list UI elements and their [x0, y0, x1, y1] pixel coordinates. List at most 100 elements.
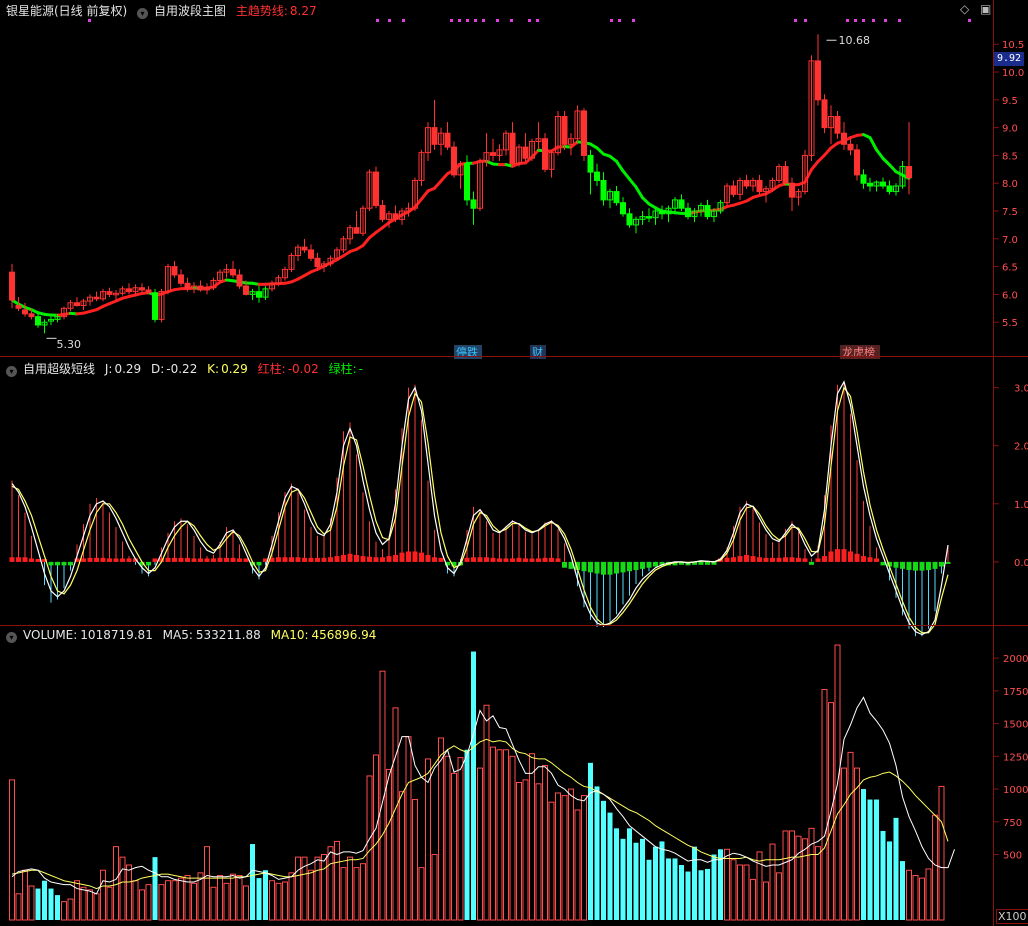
- candle-body: [756, 179, 763, 193]
- red-green-bar: [432, 557, 437, 562]
- trend-line-segment: [875, 148, 885, 160]
- volume-bar: [737, 864, 743, 921]
- red-green-bar: [698, 561, 704, 565]
- main-indicator-name[interactable]: 自用波段主图: [154, 4, 226, 18]
- volume-bar: [15, 893, 22, 921]
- volume-bar: [438, 737, 444, 921]
- candle-body: [600, 179, 607, 201]
- volume-bar: [334, 840, 340, 921]
- high-price-annotation: 10.68: [839, 34, 871, 47]
- volume-bar: [620, 838, 626, 920]
- volume-bar: [171, 880, 178, 921]
- red-green-bar: [347, 553, 353, 562]
- trend-line-segment: [810, 160, 820, 172]
- volume-bar: [574, 809, 581, 921]
- trend-line-segment: [420, 189, 430, 201]
- volume-bar: [672, 858, 678, 920]
- volume-bar: [925, 868, 932, 921]
- candle-body: [431, 127, 438, 145]
- volume-bar: [275, 882, 282, 921]
- candle-body: [561, 116, 568, 145]
- red-green-bar: [607, 561, 613, 575]
- red-green-bar: [367, 556, 372, 562]
- red-green-bar: [185, 557, 190, 562]
- candle-body: [730, 185, 737, 195]
- candle-body: [906, 166, 912, 179]
- red-green-bar: [776, 557, 782, 562]
- signal-dot: [388, 19, 391, 22]
- d-label: D:: [150, 362, 165, 376]
- red-green-bar: [341, 554, 346, 562]
- volume-bar: [314, 856, 321, 921]
- volume-dropdown-icon[interactable]: ▾: [6, 632, 17, 643]
- volume-bar: [841, 767, 847, 921]
- volume-axis-label: 750: [1003, 818, 1022, 829]
- red-green-bar: [874, 558, 879, 562]
- volume-bar: [861, 789, 866, 920]
- candle-body: [782, 166, 789, 184]
- volume-bar: [627, 828, 632, 920]
- volume-bar: [113, 846, 119, 921]
- red-green-bar: [61, 561, 67, 566]
- volume-bar: [919, 877, 925, 921]
- red-green-bar: [705, 561, 710, 565]
- volume-bar: [730, 859, 737, 921]
- volume-bar: [614, 828, 619, 920]
- indicator-dropdown-icon[interactable]: ▾: [137, 8, 149, 19]
- red-green-bar: [523, 558, 528, 562]
- kdj-name[interactable]: 自用超级短线: [23, 362, 95, 376]
- volume-bar: [55, 895, 60, 920]
- volume-bar: [698, 870, 704, 920]
- volume-bar: [711, 854, 717, 920]
- volume-bar: [529, 753, 535, 921]
- volume-bar: [874, 799, 879, 920]
- ma5-label: MA5:: [162, 628, 193, 642]
- red-green-bar: [321, 557, 327, 562]
- candle-body: [886, 185, 893, 193]
- red-green-bar: [334, 556, 340, 562]
- volume-bar: [808, 827, 815, 921]
- red-green-bar: [217, 557, 223, 562]
- signal-dot: [610, 19, 613, 22]
- collapse-icon[interactable]: ▣: [980, 2, 991, 16]
- volume-bar: [522, 779, 529, 921]
- signal-dot: [482, 19, 485, 22]
- volume-bar: [347, 856, 353, 921]
- volume-bar: [471, 651, 476, 920]
- volume-bar: [743, 864, 750, 921]
- volume-bar: [588, 762, 593, 920]
- price-axis-label: 8.0: [1002, 179, 1018, 190]
- kdj-dropdown-icon[interactable]: ▾: [6, 366, 17, 377]
- red-green-bar: [516, 557, 522, 562]
- volume-bar: [9, 779, 15, 921]
- red-green-bar: [289, 557, 294, 562]
- volume-label[interactable]: VOLUME:: [23, 628, 77, 642]
- signal-dot: [794, 19, 797, 22]
- volume-bar: [139, 889, 145, 921]
- pane-separator-1: [0, 356, 1028, 357]
- red-bar-label: 红柱:: [257, 362, 286, 376]
- volume-bar: [87, 889, 93, 921]
- volume-bar: [900, 861, 905, 920]
- candle-body: [743, 179, 750, 187]
- diamond-icon[interactable]: ◇: [960, 2, 969, 16]
- signal-dot: [402, 19, 405, 22]
- red-bar-value: -0.02: [287, 362, 319, 376]
- red-green-bar: [614, 561, 619, 574]
- volume-bar: [230, 873, 236, 921]
- volume-bar: [22, 869, 28, 921]
- red-green-bar: [9, 557, 15, 562]
- red-green-bar: [100, 557, 106, 562]
- volume-bar: [288, 872, 295, 921]
- volume-bar: [542, 764, 548, 921]
- volume-bar: [503, 749, 509, 921]
- red-green-bar: [276, 557, 281, 562]
- volume-bar: [405, 736, 412, 921]
- red-green-bar: [750, 556, 756, 562]
- red-green-bar: [438, 557, 444, 562]
- volume-bar: [685, 871, 691, 920]
- red-green-bar: [731, 557, 736, 562]
- red-green-bar: [867, 557, 873, 562]
- volume-axis-label: 500: [1003, 851, 1022, 862]
- red-green-bar: [419, 552, 424, 562]
